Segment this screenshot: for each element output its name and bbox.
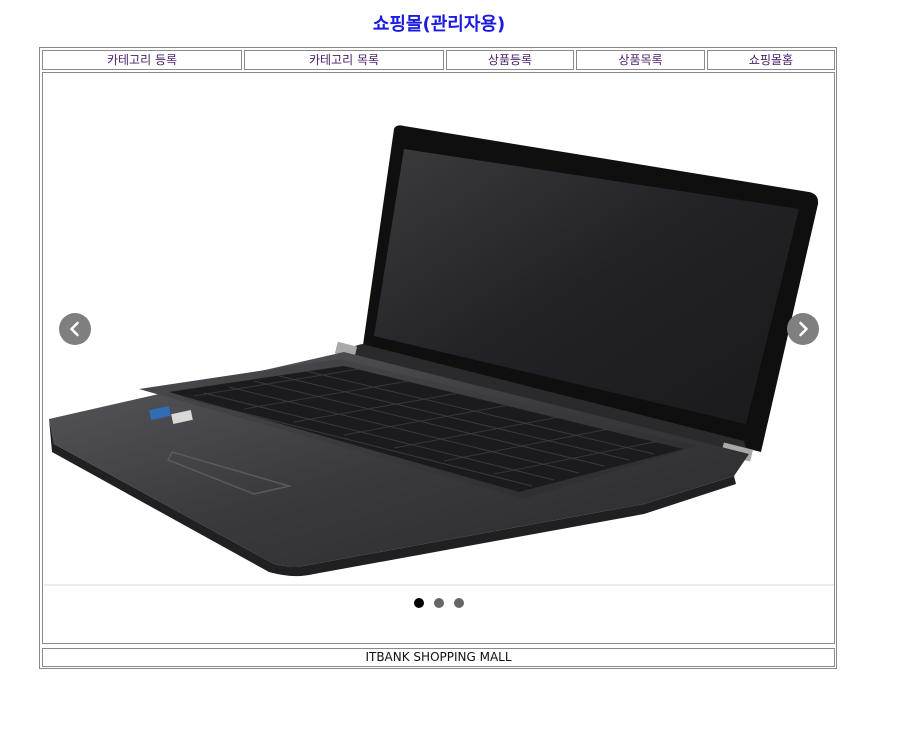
laptop-image [49, 125, 819, 577]
carousel-indicator-2[interactable] [434, 598, 444, 608]
nav-shopping-home[interactable]: 쇼핑몰홈 [707, 50, 835, 70]
nav-category-register[interactable]: 카테고리 등록 [42, 50, 242, 70]
carousel-indicator-1[interactable] [414, 598, 424, 608]
footer-text: ITBANK SHOPPING MALL [42, 648, 835, 667]
carousel-next-button[interactable] [787, 313, 819, 345]
carousel-indicators [0, 598, 878, 608]
chevron-left-icon [70, 321, 79, 337]
nav-product-list[interactable]: 상품목록 [576, 50, 705, 70]
carousel-slide [44, 74, 834, 586]
carousel-indicator-3[interactable] [454, 598, 464, 608]
nav-category-list[interactable]: 카테고리 목록 [244, 50, 444, 70]
nav-product-register[interactable]: 상품등록 [446, 50, 574, 70]
page-title: 쇼핑몰(관리자용) [372, 14, 506, 35]
carousel-prev-button[interactable] [59, 313, 91, 345]
chevron-right-icon [799, 321, 808, 337]
